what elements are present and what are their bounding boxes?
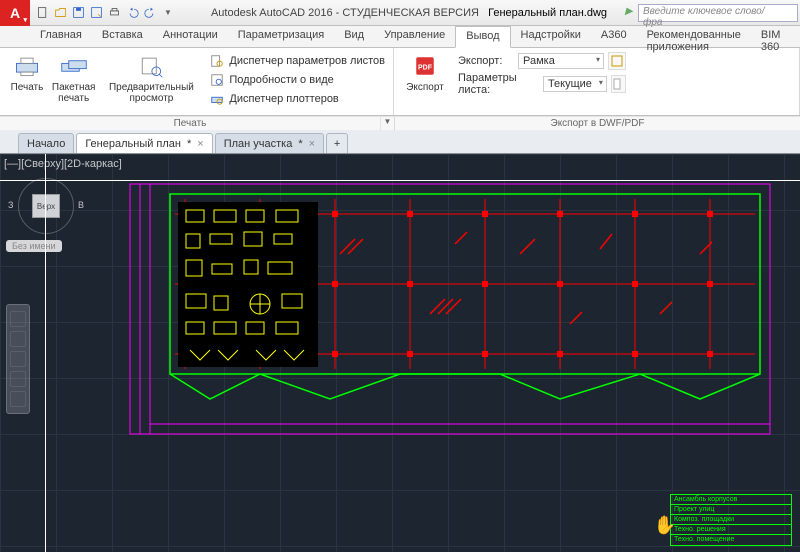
crosshair-vertical (45, 154, 46, 552)
plotters-button[interactable]: Диспетчер плоттеров (205, 90, 389, 108)
redo-icon[interactable] (142, 5, 158, 21)
viewcube-top[interactable]: Верх (32, 194, 60, 218)
panel-print: Печать Пакетная печать Предварительный п… (0, 48, 394, 115)
filetab-add[interactable]: + (326, 133, 348, 153)
preview-icon (135, 52, 167, 80)
tab-performance[interactable]: Perf (790, 26, 800, 47)
viewcube-west: З (8, 200, 13, 210)
panel-print-title: Печать (0, 117, 380, 130)
quick-access-toolbar: ▼ (30, 5, 180, 21)
export-target-dropdown[interactable]: Рамка (518, 53, 604, 69)
tab-bim360[interactable]: BIM 360 (751, 26, 791, 47)
drawing-canvas[interactable]: [—][Сверху][2D-каркас] Верх З В Без имен… (0, 154, 800, 552)
stamp-row: Ансамбль корпусов (671, 495, 791, 505)
nav-orbit-icon[interactable] (10, 371, 26, 387)
nav-wheel-icon[interactable] (10, 311, 26, 327)
viewport-label[interactable]: [—][Сверху][2D-каркас] (4, 158, 122, 170)
filetab-siteplan[interactable]: План участка*× (215, 133, 324, 153)
app-menu-button[interactable]: A (0, 0, 30, 26)
viewcube-east: В (78, 200, 84, 210)
file-tabs: Начало Генеральный план*× План участка*×… (0, 130, 800, 154)
saveas-icon[interactable] (88, 5, 104, 21)
export-target-label: Экспорт: (458, 55, 518, 67)
tab-view[interactable]: Вид (334, 26, 374, 47)
nav-zoom-icon[interactable] (10, 351, 26, 367)
export-window-icon[interactable] (608, 52, 626, 70)
tab-insert[interactable]: Вставка (92, 26, 153, 47)
tab-home[interactable]: Главная (30, 26, 92, 47)
qat-dropdown-icon[interactable]: ▼ (160, 5, 176, 21)
batch-printer-icon (58, 52, 90, 80)
tab-manage[interactable]: Управление (374, 26, 455, 47)
undo-icon[interactable] (124, 5, 140, 21)
nav-pan-icon[interactable] (10, 331, 26, 347)
panel-export-title: Экспорт в DWF/PDF (395, 117, 800, 130)
print-button[interactable]: Печать (4, 50, 50, 93)
file-name: Генеральный план.dwg (488, 7, 607, 19)
export-button[interactable]: PDF Экспорт (398, 50, 452, 93)
plotters-icon (209, 91, 225, 107)
preview-button[interactable]: Предварительный просмотр (97, 50, 205, 104)
save-icon[interactable] (70, 5, 86, 21)
close-icon[interactable]: × (197, 138, 203, 150)
new-icon[interactable] (34, 5, 50, 21)
sheet-params-icon[interactable] (611, 75, 626, 93)
viewcube[interactable]: Верх З В (18, 178, 74, 234)
window-title: Autodesk AutoCAD 2016 - СТУДЕНЧЕСКАЯ ВЕР… (180, 7, 638, 19)
panel-export: PDF Экспорт Экспорт: Рамка Параметры лис… (394, 48, 800, 115)
print-icon[interactable] (106, 5, 122, 21)
tab-featured[interactable]: Рекомендованные приложения (637, 26, 751, 47)
view-details-icon (209, 72, 225, 88)
tab-addins[interactable]: Надстройки (511, 26, 591, 47)
ribbon-tabs: Главная Вставка Аннотации Параметризация… (0, 26, 800, 48)
pdf-icon: PDF (409, 52, 441, 80)
filetab-start[interactable]: Начало (18, 133, 74, 153)
svg-text:PDF: PDF (418, 65, 433, 72)
batch-print-button[interactable]: Пакетная печать (50, 50, 98, 104)
navigation-bar[interactable] (6, 304, 30, 414)
open-icon[interactable] (52, 5, 68, 21)
search-input[interactable]: Введите ключевое слово/фра (638, 4, 798, 22)
tab-output[interactable]: Вывод (455, 26, 510, 48)
crosshair-horizontal (0, 180, 800, 181)
filetab-genplan[interactable]: Генеральный план*× (76, 133, 212, 153)
title-block: Ансамбль корпусов Проект улиц Композ. пл… (670, 494, 792, 546)
view-details-button[interactable]: Подробности о виде (205, 71, 389, 89)
nav-showmotion-icon[interactable] (10, 391, 26, 407)
tab-annotate[interactable]: Аннотации (153, 26, 228, 47)
page-setup-button[interactable]: Диспетчер параметров листов (205, 52, 389, 70)
sheet-params-label: Параметры листа: (458, 72, 543, 96)
tab-parametric[interactable]: Параметризация (228, 26, 334, 47)
stamp-row: Проект улиц (671, 505, 791, 515)
close-icon[interactable]: × (309, 138, 315, 150)
stamp-row: Композ. площадки (671, 515, 791, 525)
page-setup-icon (209, 53, 225, 69)
ucs-noname[interactable]: Без имени (6, 240, 62, 252)
ribbon-body: Печать Пакетная печать Предварительный п… (0, 48, 800, 116)
app-name: Autodesk AutoCAD 2016 - СТУДЕНЧЕСКАЯ ВЕР… (211, 7, 479, 19)
stamp-row: Техно. решения (671, 525, 791, 535)
drawing-content (0, 154, 800, 552)
tab-a360[interactable]: A360 (591, 26, 637, 47)
panel-print-dropdown[interactable]: ▼ (380, 117, 394, 130)
printer-icon (11, 52, 43, 80)
sheet-params-dropdown[interactable]: Текущие (543, 76, 607, 92)
pan-cursor-icon: ✋ (654, 515, 676, 536)
stamp-row: Техно. помещение (671, 535, 791, 545)
